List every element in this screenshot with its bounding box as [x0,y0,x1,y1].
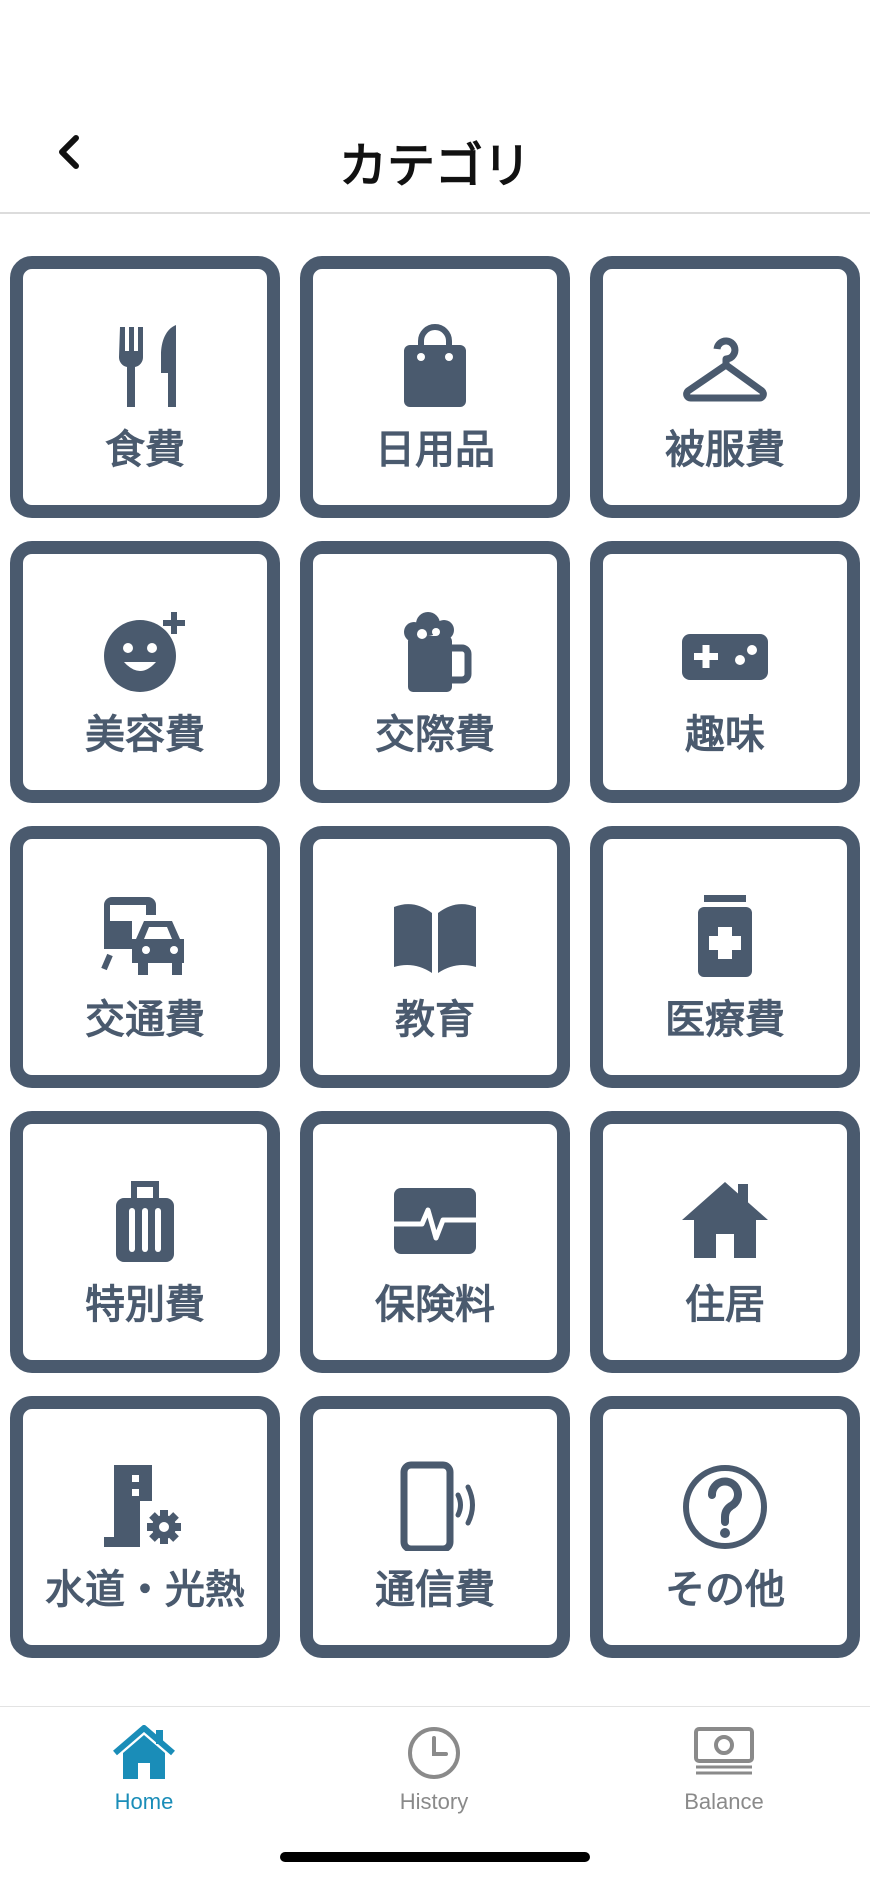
tab-history[interactable]: History [334,1725,534,1815]
category-label: 美容費 [85,712,205,758]
category-utilities[interactable]: 水道・光熱 [10,1396,280,1658]
tab-label: Home [114,1789,174,1814]
category-education[interactable]: 教育 [300,826,570,1088]
category-label: 医療費 [665,997,785,1043]
header: カテゴリ [0,0,870,214]
heartbeat-icon [394,1188,476,1254]
category-label: 交通費 [85,997,205,1043]
category-clothing[interactable]: 被服費 [590,256,860,518]
suitcase-icon [116,1181,174,1262]
hanger-icon [683,337,767,402]
tab-label: History [399,1789,469,1814]
category-transport[interactable]: 交通費 [10,826,280,1088]
question-circle-icon [683,1465,767,1549]
category-label: 保険料 [375,1282,495,1328]
category-special[interactable]: 特別費 [10,1111,280,1373]
shopping-bag-icon [404,324,466,407]
category-communication[interactable]: 通信費 [300,1396,570,1658]
page-title: カテゴリ [338,138,531,194]
tab-label: Balance [684,1789,764,1814]
category-beauty[interactable]: 美容費 [10,541,280,803]
tab-home[interactable]: Home [44,1725,244,1815]
open-book-icon [394,904,476,973]
category-housing[interactable]: 住居 [590,1111,860,1373]
clock-icon [408,1727,460,1779]
beer-mug-icon [404,612,472,692]
category-social[interactable]: 交際費 [300,541,570,803]
fork-knife-icon [118,325,176,407]
category-label: 被服費 [665,427,785,473]
category-label: 住居 [685,1282,765,1328]
category-label: 水道・光熱 [45,1567,245,1613]
bus-car-icon [101,897,184,975]
category-medical[interactable]: 医療費 [590,826,860,1088]
home-icon [113,1725,175,1779]
category-daily-goods[interactable]: 日用品 [300,256,570,518]
house-icon [682,1182,768,1258]
category-other[interactable]: その他 [590,1396,860,1658]
category-label: 教育 [395,997,475,1043]
home-indicator [280,1852,590,1862]
money-icon [694,1727,754,1775]
tab-balance[interactable]: Balance [624,1725,824,1815]
gamepad-icon [682,634,768,680]
category-label: 特別費 [85,1282,205,1328]
building-gear-icon [104,1465,181,1547]
category-label: 交際費 [375,712,495,758]
face-sparkle-icon [104,612,185,692]
category-hobby[interactable]: 趣味 [590,541,860,803]
category-label: 食費 [105,427,185,473]
category-label: 日用品 [375,427,495,473]
category-insurance[interactable]: 保険料 [300,1111,570,1373]
category-label: 趣味 [685,712,765,758]
phone-vibrate-icon [400,1461,475,1551]
medicine-bottle-icon [698,895,752,977]
category-label: 通信費 [375,1567,495,1613]
category-label: その他 [665,1567,785,1613]
category-food[interactable]: 食費 [10,256,280,518]
